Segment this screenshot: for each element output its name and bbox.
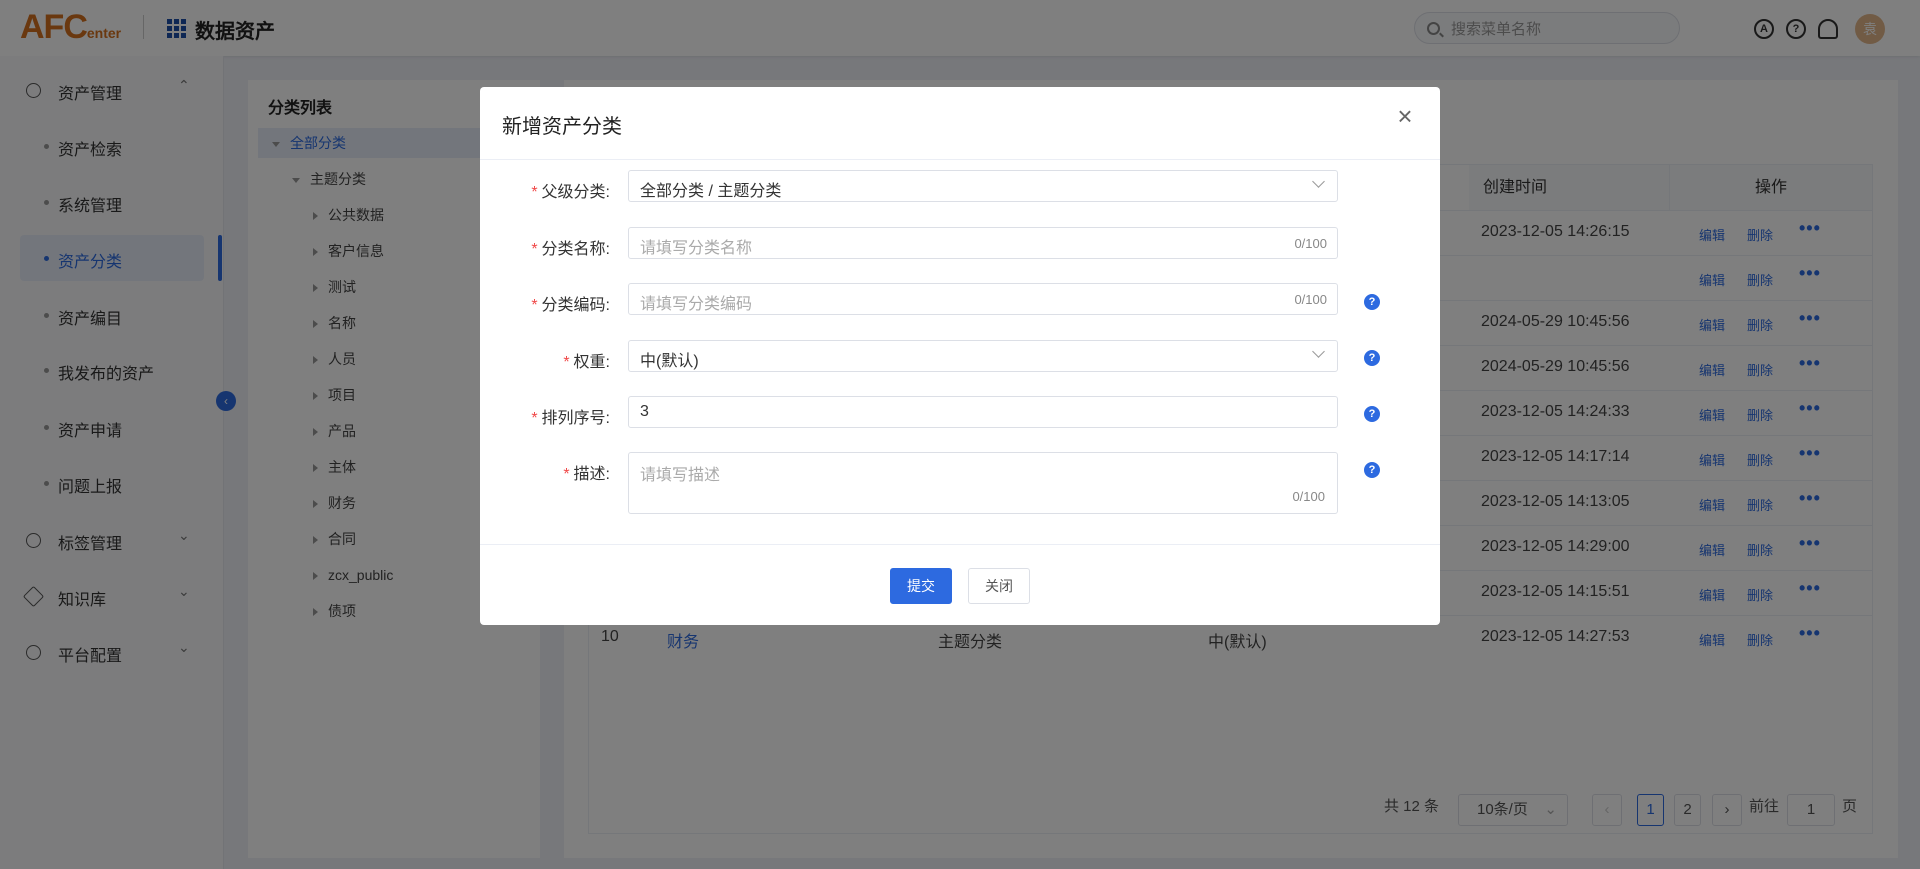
dialog-footer-divider — [480, 544, 1440, 545]
parent-category-label: * 父级分类: — [531, 184, 610, 201]
order-label: * 排列序号: — [531, 410, 610, 427]
description-label: * 描述: — [563, 466, 610, 483]
close-icon[interactable]: × — [1394, 103, 1416, 129]
chevron-down-icon — [1312, 345, 1325, 358]
help-icon[interactable]: ? — [1364, 406, 1380, 422]
chevron-down-icon — [1312, 175, 1325, 188]
dialog-title: 新增资产分类 — [502, 116, 622, 138]
char-counter: 0/100 — [1292, 489, 1325, 504]
category-name-label: * 分类名称: — [531, 241, 610, 258]
weight-select[interactable]: 中(默认) — [628, 340, 1338, 372]
category-name-input[interactable]: 请填写分类名称 0/100 — [628, 227, 1338, 259]
help-icon[interactable]: ? — [1364, 294, 1380, 310]
submit-button[interactable]: 提交 — [890, 568, 952, 604]
category-code-label: * 分类编码: — [531, 297, 610, 314]
parent-category-select[interactable]: 全部分类 / 主题分类 — [628, 170, 1338, 202]
dialog-divider — [480, 159, 1440, 160]
char-counter: 0/100 — [1294, 236, 1327, 251]
description-textarea[interactable]: 请填写描述 0/100 — [628, 452, 1338, 514]
category-code-input[interactable]: 请填写分类编码 0/100 — [628, 283, 1338, 315]
close-button[interactable]: 关闭 — [968, 568, 1030, 604]
weight-label: * 权重: — [563, 354, 610, 371]
help-icon[interactable]: ? — [1364, 350, 1380, 366]
char-counter: 0/100 — [1294, 292, 1327, 307]
order-input[interactable]: 3 — [628, 396, 1338, 428]
help-icon[interactable]: ? — [1364, 462, 1380, 478]
add-category-dialog: 新增资产分类 × * 父级分类: 全部分类 / 主题分类 * 分类名称: 请填写分类… — [480, 87, 1440, 625]
